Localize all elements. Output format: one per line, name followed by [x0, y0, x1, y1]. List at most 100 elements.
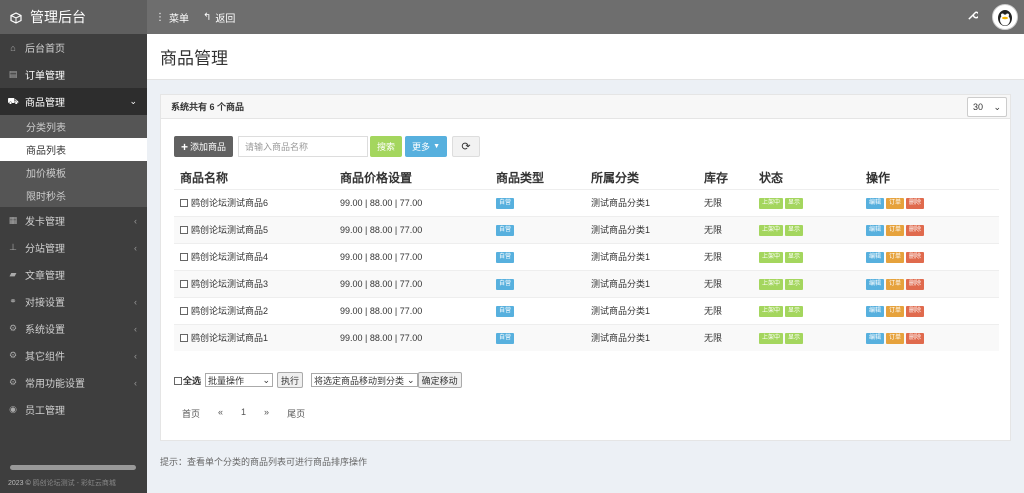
status-show-badge[interactable]: 显示 — [785, 198, 804, 209]
edit-button[interactable]: 编辑 — [866, 225, 885, 236]
confirm-move-button[interactable]: 确定移动 — [417, 372, 462, 388]
sidebar-scrollbar[interactable] — [10, 465, 136, 470]
sidebar-subitem-flash-sale[interactable]: 限时秒杀 — [0, 184, 147, 207]
sidebar-item-integration[interactable]: ⚭ 对接设置 ‹ — [0, 288, 147, 315]
sidebar-item-other-components[interactable]: ⚙ 其它组件 ‹ — [0, 342, 147, 369]
sidebar-item-common-settings[interactable]: ⚙ 常用功能设置 ‹ — [0, 369, 147, 396]
status-on-badge[interactable]: 上架中 — [759, 333, 784, 345]
order-button[interactable]: 订单 — [886, 225, 905, 236]
brand[interactable]: 管理后台 — [0, 0, 147, 34]
order-button[interactable]: 订单 — [886, 198, 905, 209]
row-checkbox[interactable] — [180, 280, 188, 288]
sidebar-item-goods[interactable]: ⛟ 商品管理 ⌄ — [0, 88, 147, 115]
sidebar-item-orders[interactable]: ▤ 订单管理 — [0, 61, 147, 88]
pager-current[interactable]: 1 — [241, 407, 246, 420]
row-checkbox[interactable] — [180, 307, 188, 315]
column-header[interactable]: 库存 — [698, 166, 753, 189]
pager-next[interactable]: » — [264, 407, 269, 420]
goods-stock: 无限 — [698, 323, 753, 351]
back-button[interactable]: ↰ 返回 — [203, 10, 235, 25]
move-category-select[interactable]: 将选定商品移动到分类 ⌄ — [311, 373, 418, 387]
column-header[interactable]: 商品价格设置 — [334, 166, 490, 189]
page-size-select[interactable]: 30 ⌄ — [967, 97, 1007, 117]
sidebar-subitem-category-list[interactable]: 分类列表 — [0, 115, 147, 138]
goods-name[interactable]: 鸥创论坛测试商品2 — [191, 306, 268, 316]
sidebar-subitem-price-template[interactable]: 加价模板 — [0, 161, 147, 184]
column-header[interactable]: 商品名称 — [174, 166, 334, 189]
sidebar-item-home[interactable]: ⌂ 后台首页 — [0, 34, 147, 61]
table-row: 鸥创论坛测试商品5 99.00 | 88.00 | 77.00 自营 测试商品分类1 无… — [174, 215, 999, 243]
order-button[interactable]: 订单 — [886, 333, 905, 345]
wrench-icon[interactable] — [967, 10, 980, 24]
row-checkbox[interactable] — [180, 253, 188, 261]
refresh-button[interactable]: ⟳ — [452, 136, 480, 157]
row-checkbox[interactable] — [180, 199, 188, 207]
column-header[interactable]: 状态 — [753, 166, 860, 189]
batch-operation-select[interactable]: 批量操作 ⌄ — [205, 373, 274, 387]
edit-button[interactable]: 编辑 — [866, 198, 885, 209]
edit-button[interactable]: 编辑 — [866, 306, 885, 317]
sidebar-item-substations[interactable]: ⊥ 分站管理 ‹ — [0, 234, 147, 261]
goods-name[interactable]: 鸥创论坛测试商品4 — [191, 252, 268, 262]
goods-name[interactable]: 鸥创论坛测试商品5 — [191, 225, 268, 235]
back-label: 返回 — [215, 13, 236, 25]
goods-status-cell: 上架中 显示 — [753, 188, 860, 216]
delete-button[interactable]: 删除 — [906, 198, 925, 209]
edit-button[interactable]: 编辑 — [866, 252, 885, 263]
status-on-badge[interactable]: 上架中 — [759, 225, 784, 236]
delete-button[interactable]: 删除 — [906, 225, 925, 236]
add-goods-button[interactable]: + 添加商品 — [174, 136, 234, 157]
search-input[interactable]: 请输入商品名称 — [238, 136, 369, 157]
row-checkbox[interactable] — [180, 334, 188, 343]
status-on-badge[interactable]: 上架中 — [759, 252, 784, 263]
sidebar-item-staff[interactable]: ◉ 员工管理 — [0, 396, 147, 423]
search-button[interactable]: 搜索 — [370, 136, 403, 157]
table-row: 鸥创论坛测试商品3 99.00 | 88.00 | 77.00 自营 测试商品分类1 无… — [174, 269, 999, 297]
grid-icon: ▦ — [8, 215, 18, 225]
add-goods-label: 添加商品 — [190, 142, 227, 152]
edit-button[interactable]: 编辑 — [866, 279, 885, 290]
sidebar-item-cards[interactable]: ▦ 发卡管理 ‹ — [0, 207, 147, 234]
row-checkbox[interactable] — [180, 226, 188, 234]
order-button[interactable]: 订单 — [886, 279, 905, 290]
avatar[interactable] — [992, 4, 1018, 30]
status-on-badge[interactable]: 上架中 — [759, 306, 784, 317]
column-header[interactable]: 商品类型 — [490, 166, 585, 189]
select-all-checkbox[interactable]: 全选 — [174, 374, 201, 387]
goods-name[interactable]: 鸥创论坛测试商品3 — [191, 279, 268, 289]
delete-button[interactable]: 删除 — [906, 252, 925, 263]
sidebar-subitem-goods-list[interactable]: 商品列表 — [0, 138, 147, 161]
execute-button[interactable]: 执行 — [277, 372, 304, 388]
goods-name[interactable]: 鸥创论坛测试商品6 — [191, 198, 268, 208]
menu-toggle-button[interactable]: ⋮ 菜单 — [155, 10, 189, 25]
sitemap-icon: ⊥ — [9, 242, 17, 252]
status-show-badge[interactable]: 显示 — [785, 279, 804, 290]
gear-icon: ⚙ — [8, 323, 18, 333]
column-header[interactable]: 操作 — [860, 166, 999, 189]
status-show-badge[interactable]: 显示 — [785, 333, 804, 345]
column-header[interactable]: 所属分类 — [585, 166, 698, 189]
pager-last[interactable]: 尾页 — [287, 407, 305, 420]
status-show-badge[interactable]: 显示 — [785, 306, 804, 317]
delete-button[interactable]: 删除 — [906, 279, 925, 290]
delete-button[interactable]: 删除 — [906, 306, 925, 317]
pager-prev[interactable]: « — [218, 407, 223, 420]
pager-first[interactable]: 首页 — [182, 407, 200, 420]
sidebar-item-articles[interactable]: ▰ 文章管理 — [0, 261, 147, 288]
status-show-badge[interactable]: 显示 — [785, 225, 804, 236]
more-dropdown-button[interactable]: 更多 ▼ — [405, 136, 447, 157]
order-button[interactable]: 订单 — [886, 306, 905, 317]
order-button[interactable]: 订单 — [886, 252, 905, 263]
copyright-site[interactable]: 鸥创论坛测试 - 彩虹云商城 — [33, 480, 116, 487]
chevron-left-icon: ‹ — [134, 377, 137, 388]
goods-type-cell: 自营 — [490, 296, 585, 324]
sidebar-item-system-settings[interactable]: ⚙ 系统设置 ‹ — [0, 315, 147, 342]
home-icon: ⌂ — [10, 42, 16, 53]
copyright-year: 2023 — [8, 480, 24, 487]
delete-button[interactable]: 删除 — [906, 333, 925, 345]
edit-button[interactable]: 编辑 — [866, 333, 885, 345]
status-on-badge[interactable]: 上架中 — [759, 279, 784, 290]
status-show-badge[interactable]: 显示 — [785, 252, 804, 263]
goods-name[interactable]: 鸥创论坛测试商品1 — [191, 333, 268, 343]
status-on-badge[interactable]: 上架中 — [759, 198, 784, 209]
